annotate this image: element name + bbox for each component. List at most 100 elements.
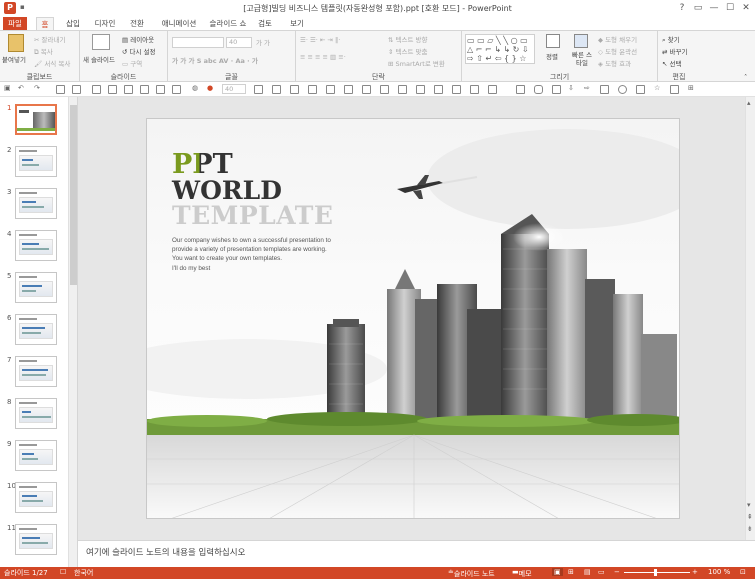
- list-icons[interactable]: ☰· ☰· ⇤ ⇥ ‖·: [300, 36, 340, 44]
- zoom-slider-thumb[interactable]: [654, 569, 657, 576]
- slide-thumbnail-image[interactable]: [15, 524, 57, 555]
- toolbar-icon-s[interactable]: [434, 85, 443, 94]
- toolbar-icon-q[interactable]: [398, 85, 407, 94]
- toolbar-icon-g[interactable]: [156, 85, 165, 94]
- slide-thumbnail-image[interactable]: [15, 188, 57, 219]
- comments-toggle[interactable]: ▬ 메모: [512, 568, 532, 578]
- slide-thumbnail[interactable]: 6: [0, 314, 68, 350]
- undo-icon[interactable]: ↶: [18, 84, 24, 92]
- quick-styles-icon[interactable]: [574, 34, 588, 48]
- toolbar-icon-a[interactable]: [56, 85, 65, 94]
- toolbar-icon-e[interactable]: [124, 85, 133, 94]
- slide-thumbnail-image[interactable]: [15, 230, 57, 261]
- grow-font-icon[interactable]: 가 가: [256, 37, 270, 47]
- align-icons[interactable]: ≡ ≡ ≡ ≡ ▥ ≡·: [300, 53, 346, 61]
- zoom-level[interactable]: 100 %: [708, 568, 730, 576]
- tab-home[interactable]: 홈: [36, 17, 54, 30]
- toolbar-icon-t[interactable]: [452, 85, 461, 94]
- toolbar-icon-p[interactable]: [380, 85, 389, 94]
- notes-toggle[interactable]: ≐ 슬라이드 노트: [448, 568, 495, 578]
- toolbar-icon-k[interactable]: [290, 85, 299, 94]
- slide-title-ppt[interactable]: PPT: [172, 151, 233, 178]
- paste-button[interactable]: 붙여넣기: [2, 54, 26, 64]
- cut-button[interactable]: ✂ 잘라내기: [34, 34, 65, 44]
- notes-placeholder[interactable]: 여기에 슬라이드 노트의 내용을 입력하십시오: [86, 546, 245, 558]
- toolbar-icon-z[interactable]: [670, 85, 679, 94]
- tab-animations[interactable]: 애니메이션: [157, 17, 201, 30]
- toolbar-icon-y[interactable]: [636, 85, 645, 94]
- layout-button[interactable]: ▤ 레이아웃: [122, 34, 154, 44]
- arrange-icon[interactable]: [546, 34, 560, 48]
- toolbar-icon-i[interactable]: [254, 85, 263, 94]
- toolbar-icon-r[interactable]: [416, 85, 425, 94]
- toolbar-icon-b[interactable]: [72, 85, 81, 94]
- tab-design[interactable]: 디자인: [91, 17, 119, 30]
- tab-view[interactable]: 보기: [288, 17, 306, 30]
- toolbar-icon-f[interactable]: [140, 85, 149, 94]
- rectangle-shape-icon[interactable]: [516, 85, 525, 94]
- slide-thumbnail[interactable]: 9: [0, 440, 68, 476]
- prev-slide-icon[interactable]: ⇞: [747, 513, 753, 521]
- font-format-icons[interactable]: 가 가 가 S abc AV · Aa · 가: [172, 55, 258, 65]
- toolbar-icon-n[interactable]: [344, 85, 353, 94]
- normal-view-icon[interactable]: ▣: [552, 568, 563, 576]
- tab-insert[interactable]: 삽입: [61, 17, 85, 30]
- slide-thumbnail[interactable]: 2: [0, 146, 68, 182]
- slide-thumbnail[interactable]: 7: [0, 356, 68, 392]
- zoom-in-icon[interactable]: +: [692, 568, 698, 576]
- font-size-select[interactable]: 40: [226, 37, 252, 48]
- slide-thumbnail-image[interactable]: [15, 314, 57, 345]
- replace-button[interactable]: ⇄ 바꾸기: [662, 46, 687, 56]
- slide-description-line-4[interactable]: I'll do my best: [172, 265, 210, 272]
- qat-font-size[interactable]: 40: [222, 84, 246, 94]
- tab-file[interactable]: 파일: [3, 17, 27, 30]
- collapse-ribbon-icon[interactable]: ˄: [744, 73, 747, 81]
- reset-button[interactable]: ↺ 다시 설정: [122, 46, 156, 56]
- editor-scrollbar[interactable]: ▴ ▾ ⇞ ⇟: [745, 97, 755, 540]
- toolbar-icon-l[interactable]: [308, 85, 317, 94]
- slide-description-line-2[interactable]: provide a variety of presentation templa…: [172, 246, 327, 253]
- slide-thumbnail-image[interactable]: [15, 146, 57, 177]
- slide-title-template[interactable]: TEMPLATE: [172, 203, 333, 229]
- toolbar-icon-u[interactable]: [470, 85, 479, 94]
- paste-icon[interactable]: [8, 34, 24, 52]
- section-button[interactable]: ▭ 구역: [122, 58, 142, 68]
- toolbar-icon-d[interactable]: [108, 85, 117, 94]
- maximize-button[interactable]: ☐: [723, 2, 737, 14]
- slide-thumbnail[interactable]: 10: [0, 482, 68, 518]
- slide-description-line-1[interactable]: Our company wishes to own a successful p…: [172, 237, 331, 244]
- palette-icon[interactable]: ◍: [192, 84, 198, 92]
- slide-thumbnail-image[interactable]: [15, 272, 57, 303]
- tab-transitions[interactable]: 전환: [127, 17, 147, 30]
- fit-to-window-icon[interactable]: ⊡: [740, 568, 746, 576]
- quick-styles-button[interactable]: 빠른 스타일: [570, 51, 594, 67]
- down-arrow-shape-icon[interactable]: ⇩: [568, 84, 574, 92]
- toolbar-icon-v[interactable]: [488, 85, 497, 94]
- toolbar-icon-j[interactable]: [272, 85, 281, 94]
- toolbar-icon-c[interactable]: [92, 85, 101, 94]
- select-button[interactable]: ↖ 선택: [662, 58, 681, 68]
- find-button[interactable]: ⌕ 찾기: [662, 34, 680, 45]
- rounded-shape-icon[interactable]: [534, 85, 543, 94]
- zoom-out-icon[interactable]: −: [614, 568, 620, 576]
- save-qat-icon[interactable]: ▣: [4, 84, 11, 92]
- toolbar-icon-w[interactable]: [552, 85, 561, 94]
- shapes-gallery[interactable]: ▭ ▭ ▱ ╲ ╲ ○ ▭ △ ⌐ ⌐ ↳ ↳ ↻ ⇩ ⇨ ⇧ ↵ ⇦ { } ☆: [465, 34, 535, 64]
- slideshow-icon[interactable]: ▭: [598, 568, 605, 576]
- slide-thumbnail[interactable]: 4: [0, 230, 68, 266]
- toolbar-icon-o[interactable]: [362, 85, 371, 94]
- new-slide-icon[interactable]: [92, 34, 110, 50]
- slide-thumbnail-image[interactable]: [15, 482, 57, 513]
- spellcheck-icon[interactable]: ☐: [60, 568, 66, 576]
- slide-thumbnail-image[interactable]: [15, 356, 57, 387]
- smartart-button[interactable]: ⊞ SmartArt로 변환: [388, 58, 445, 68]
- shape-effects-button[interactable]: ◈ 도형 효과: [598, 58, 631, 68]
- help-icon[interactable]: ?: [675, 2, 689, 14]
- language-indicator[interactable]: 한국어: [74, 568, 93, 578]
- scroll-down-icon[interactable]: ▾: [747, 501, 751, 509]
- redo-icon[interactable]: ↷: [34, 84, 40, 92]
- toolbar-icon-m[interactable]: [326, 85, 335, 94]
- font-name-select[interactable]: [172, 37, 224, 48]
- thumbnail-scrollbar-thumb[interactable]: [70, 105, 77, 285]
- slide-description-line-3[interactable]: You want to create your own templates.: [172, 255, 282, 262]
